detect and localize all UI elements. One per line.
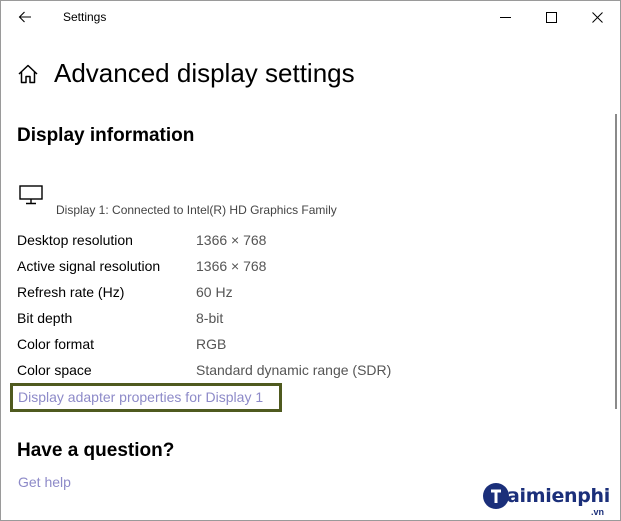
info-value: 8-bit — [196, 310, 224, 326]
info-row-refresh-rate: Refresh rate (Hz) 60 Hz — [17, 284, 417, 310]
display-description: Display 1: Connected to Intel(R) HD Grap… — [56, 203, 337, 217]
monitor-icon — [19, 185, 43, 205]
maximize-icon — [545, 11, 557, 23]
settings-window: Settings Advanced display settings Displ… — [0, 0, 621, 521]
watermark-brand: aimienphi — [507, 485, 610, 507]
back-button[interactable] — [9, 5, 41, 29]
info-value: 60 Hz — [196, 284, 233, 300]
info-value: 1366 × 768 — [196, 258, 267, 274]
info-value: RGB — [196, 336, 227, 352]
watermark-suffix: .vn — [591, 507, 605, 517]
info-label: Refresh rate (Hz) — [17, 284, 125, 300]
info-row-active-signal-resolution: Active signal resolution 1366 × 768 — [17, 258, 417, 284]
back-arrow-icon — [18, 11, 31, 23]
info-row-desktop-resolution: Desktop resolution 1366 × 768 — [17, 232, 417, 258]
info-row-bit-depth: Bit depth 8-bit — [17, 310, 417, 336]
section-title-display-information: Display information — [17, 125, 195, 146]
scrollbar[interactable] — [615, 114, 617, 409]
have-a-question-heading: Have a question? — [17, 440, 175, 461]
info-label: Color format — [17, 336, 95, 352]
minimize-icon — [499, 16, 511, 18]
title-bar: Settings — [1, 1, 620, 33]
info-label: Color space — [17, 362, 92, 378]
close-button[interactable] — [574, 1, 620, 33]
maximize-button[interactable] — [528, 1, 574, 33]
info-label: Bit depth — [17, 310, 73, 326]
info-row-color-format: Color format RGB — [17, 336, 417, 362]
watermark-badge-icon — [483, 483, 509, 509]
info-value: Standard dynamic range (SDR) — [196, 362, 392, 378]
page-title: Advanced display settings — [54, 58, 355, 88]
info-value: 1366 × 768 — [196, 232, 267, 248]
info-label: Active signal resolution — [17, 258, 161, 274]
watermark-logo: aimienphi .vn — [483, 481, 619, 519]
window-title: Settings — [63, 10, 107, 24]
minimize-button[interactable] — [482, 1, 528, 33]
info-label: Desktop resolution — [17, 232, 133, 248]
display-adapter-properties-link[interactable]: Display adapter properties for Display 1 — [10, 383, 282, 412]
close-icon — [591, 11, 603, 23]
home-icon[interactable] — [17, 63, 39, 85]
get-help-link[interactable]: Get help — [18, 474, 71, 490]
